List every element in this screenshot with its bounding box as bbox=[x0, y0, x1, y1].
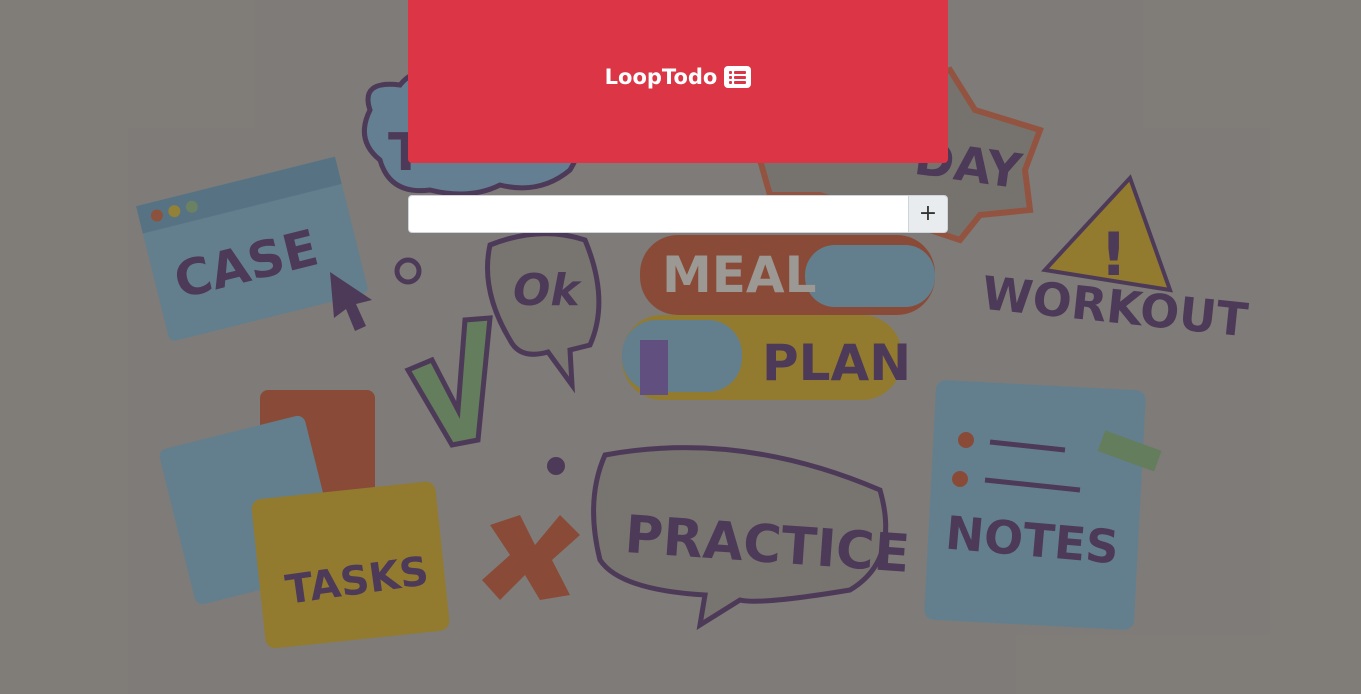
add-todo-button[interactable]: + bbox=[908, 195, 948, 233]
app-brand: LoopTodo bbox=[605, 65, 752, 89]
todo-input-group: + bbox=[408, 195, 948, 233]
app-title: LoopTodo bbox=[604, 64, 718, 89]
todo-input[interactable] bbox=[408, 195, 908, 233]
app-header: LoopTodo bbox=[408, 0, 948, 163]
list-icon bbox=[724, 65, 752, 88]
